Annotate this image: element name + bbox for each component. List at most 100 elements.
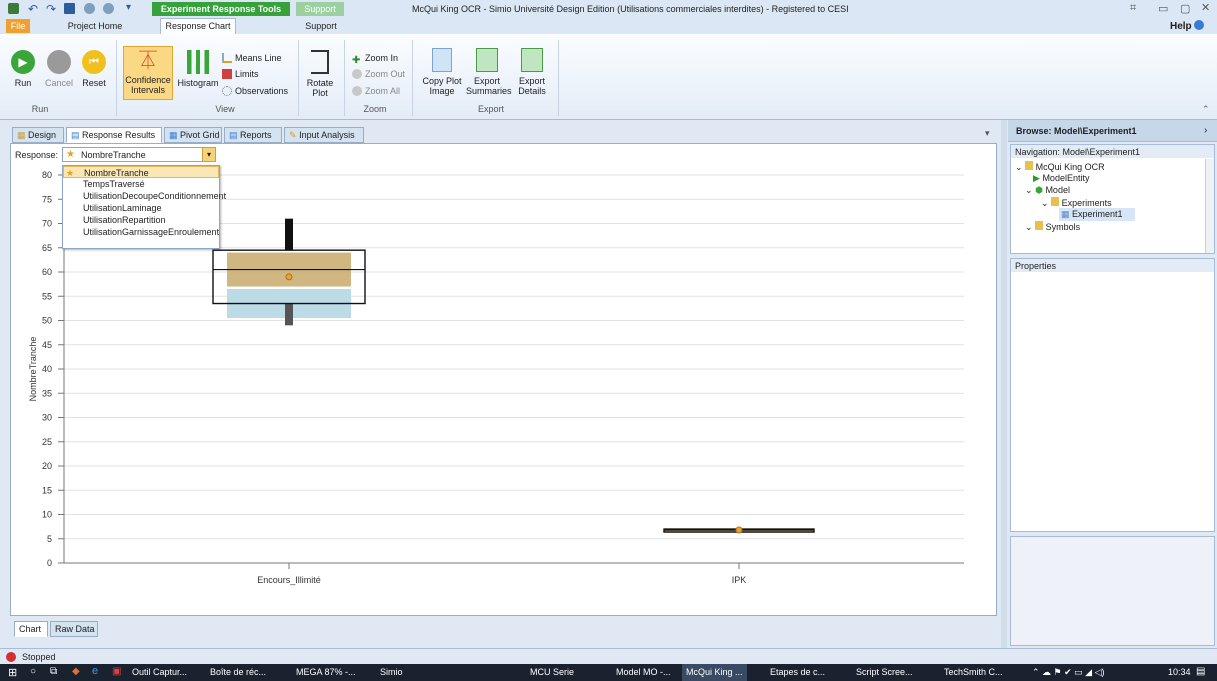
run-button[interactable]: ▶ Run	[8, 50, 38, 88]
save-icon[interactable]	[64, 3, 75, 14]
navigation-tree: Navigation: Model\Experiment1 ⌄ McQui Ki…	[1010, 144, 1215, 254]
dropdown-option[interactable]: ★ NombreTranche	[63, 166, 219, 178]
means-line-button[interactable]: Means Line	[222, 53, 282, 64]
folder-icon	[1051, 197, 1060, 206]
dropdown-option[interactable]: UtilisationGarnissageEnroulement	[63, 226, 219, 238]
zoom-all-button[interactable]: Zoom All	[352, 86, 400, 97]
dropdown-option-label: NombreTranche	[84, 168, 149, 178]
collapse-ribbon-icon[interactable]: ⌃	[1202, 104, 1210, 115]
tree-item-symbols[interactable]: ⌄ Symbols	[1025, 221, 1080, 233]
properties-label: Properties	[1011, 259, 1214, 272]
reports-icon: ▤	[229, 130, 238, 140]
response-selected-value: NombreTranche	[81, 150, 146, 160]
x-tick-label: Encours_Illimité	[257, 575, 321, 585]
app-icon[interactable]: ▣	[112, 666, 121, 677]
tab-chart[interactable]: Chart	[14, 621, 48, 637]
dropdown-option[interactable]: TempsTraversé	[63, 178, 219, 190]
system-tray-icons[interactable]: ⌃ ☁ ⚑ ✔ ▭ ◢ ◁)	[1032, 667, 1105, 678]
stop-status-icon	[6, 652, 16, 662]
run-small-icon[interactable]	[84, 3, 95, 14]
zoom-in-button[interactable]: ✚ Zoom In	[352, 53, 398, 66]
tree-item-label: Model	[1045, 185, 1070, 195]
property-description	[1010, 536, 1215, 646]
tab-reports[interactable]: ▤ Reports	[224, 127, 282, 143]
tab-input-analysis[interactable]: ✎ Input Analysis	[284, 127, 364, 143]
maximize-icon[interactable]: ▢	[1180, 2, 1190, 15]
zoom-out-button[interactable]: Zoom Out	[352, 69, 405, 80]
tab-file[interactable]: File	[6, 19, 30, 33]
y-tick-label: 15	[42, 485, 52, 495]
chevron-right-icon[interactable]: ›	[1204, 125, 1207, 136]
taskbar-item[interactable]: Etapes de c...	[770, 667, 825, 677]
y-tick-label: 60	[42, 267, 52, 277]
export-summaries-button[interactable]: Export Summaries	[466, 48, 512, 96]
help-icon	[1194, 20, 1205, 30]
help-menu[interactable]: Help	[1170, 20, 1205, 32]
taskbar-item[interactable]: MEGA 87% -...	[296, 667, 356, 677]
export-summaries-icon	[476, 48, 498, 72]
zoom-out-icon	[352, 69, 362, 79]
tree-item-project[interactable]: ⌄ McQui King OCR	[1015, 161, 1105, 173]
tree-item-model[interactable]: ⌄ ⬢ Model	[1025, 185, 1070, 196]
search-icon[interactable]: ○	[30, 666, 36, 677]
windows-start-icon[interactable]: ⊞	[8, 666, 17, 679]
tab-support[interactable]: Support	[298, 19, 344, 33]
dropdown-option[interactable]: UtilisationDecoupeConditionnement	[63, 190, 226, 202]
rotate-plot-button[interactable]: Rotate Plot	[302, 50, 338, 98]
taskbar-item[interactable]: Outil Captur...	[132, 667, 187, 677]
cancel-button[interactable]: Cancel	[42, 50, 76, 88]
notification-icon[interactable]: ▤	[1196, 666, 1205, 677]
taskbar-item-active[interactable]: McQui King ...	[682, 664, 747, 681]
tab-pivot-grid[interactable]: ▦ Pivot Grid	[164, 127, 222, 143]
close-icon[interactable]: ✕	[1201, 1, 1210, 14]
copy-plot-image-button[interactable]: Copy Plot Image	[422, 48, 462, 96]
tab-raw-data[interactable]: Raw Data	[50, 621, 98, 637]
browse-panel: Browse: Model\Experiment1 › Navigation: …	[1008, 120, 1217, 648]
edge-icon[interactable]: e	[92, 665, 98, 677]
taskbar-item[interactable]: Script Scree...	[856, 667, 913, 677]
stop-small-icon[interactable]	[103, 3, 114, 14]
taskbar-item[interactable]: Simio	[380, 667, 403, 677]
taskbar-item[interactable]: Model MO -...	[616, 667, 671, 677]
export-details-button[interactable]: Export Details	[512, 48, 552, 96]
task-view-icon[interactable]: ⧉	[50, 666, 57, 677]
tab-input-analysis-label: Input Analysis	[299, 130, 355, 140]
customize-icon[interactable]: ▾	[126, 2, 131, 13]
confidence-label: Confidence Intervals	[125, 75, 171, 95]
reset-button[interactable]: ⏮ Reset	[78, 50, 110, 88]
tab-list-chevron-icon[interactable]: ▾	[985, 128, 990, 139]
tree-item-modelentity[interactable]: ▶ ModelEntity	[1033, 173, 1089, 184]
expand-icon: ⌄	[1041, 198, 1049, 208]
undo-icon[interactable]: ↶	[28, 2, 38, 16]
tree-scrollbar[interactable]	[1205, 159, 1214, 253]
minimize-icon[interactable]: ▭	[1158, 2, 1168, 15]
limits-button[interactable]: Limits	[222, 69, 259, 80]
dropdown-option[interactable]: UtilisationRepartition	[63, 214, 219, 226]
taskbar-item[interactable]: Boîte de réc...	[210, 667, 266, 677]
y-axis-label: NombreTranche	[28, 337, 38, 402]
response-results-icon: ▤	[71, 130, 80, 140]
tree-item-experiment1[interactable]: ▦ Experiment1	[1059, 208, 1135, 221]
tab-design[interactable]: ▦ Design	[12, 127, 64, 143]
rotate-plot-icon	[311, 50, 329, 74]
rotate-plot-label: Rotate Plot	[306, 78, 334, 98]
zoom-in-label: Zoom In	[365, 53, 399, 63]
dropdown-option[interactable]: UtilisationLaminage	[63, 202, 219, 214]
star-icon: ★	[66, 168, 75, 178]
app-icon[interactable]: ◆	[72, 666, 80, 677]
redo-icon[interactable]: ↷	[46, 2, 56, 16]
taskbar-item[interactable]: MCU Serie	[530, 667, 574, 677]
response-select[interactable]: ★ NombreTranche ▾	[62, 147, 216, 162]
tab-response-chart[interactable]: Response Chart	[160, 18, 236, 34]
observations-button[interactable]: Observations	[222, 86, 288, 97]
histogram-button[interactable]: Histogram	[176, 50, 220, 88]
panel-splitter[interactable]	[1001, 120, 1007, 648]
star-icon: ★	[66, 149, 75, 160]
tab-project-home[interactable]: Project Home	[60, 19, 130, 33]
tab-response-results[interactable]: ▤ Response Results	[66, 127, 162, 143]
restore-ribbon-icon[interactable]: ⌗	[1130, 2, 1136, 15]
confidence-intervals-button[interactable]: ⏄ Confidence Intervals	[123, 46, 173, 100]
taskbar-item[interactable]: TechSmith C...	[944, 667, 1003, 677]
experiment-icon: ▦	[1061, 209, 1070, 219]
chevron-down-icon[interactable]: ▾	[202, 148, 215, 161]
